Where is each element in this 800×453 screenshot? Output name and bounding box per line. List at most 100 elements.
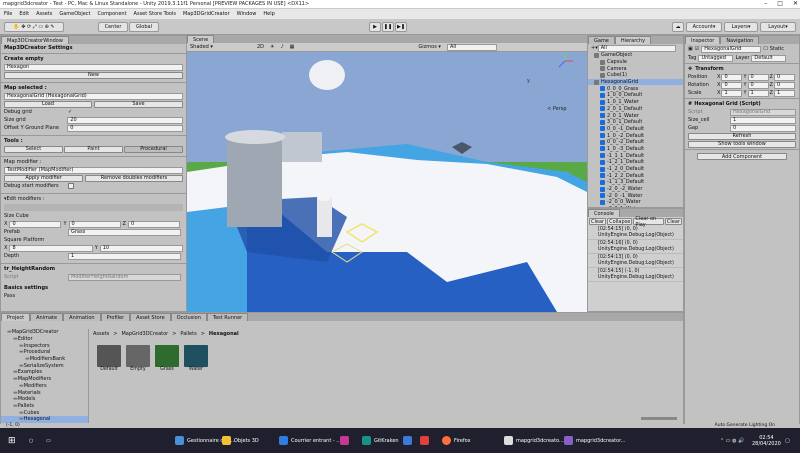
play-button[interactable]: ▶ — [369, 22, 381, 32]
hierarchy-item[interactable]: 1_0_0_Default — [588, 92, 683, 99]
asset-size-slider[interactable] — [641, 417, 677, 420]
object-name-field[interactable]: HexagonalGrid — [701, 45, 762, 53]
rotation-z[interactable]: 0 — [773, 81, 795, 89]
folder-tree-item[interactable]: ▬ Pallets — [1, 403, 88, 410]
gizmos-dropdown[interactable]: Gizmos ▾ — [418, 44, 441, 50]
lighting-icon[interactable]: ☀ — [270, 44, 274, 50]
hierarchy-item[interactable]: Camera — [588, 65, 683, 72]
taskbar-app[interactable] — [340, 428, 349, 453]
folder-tree-item[interactable]: ▬ Hexagonal — [1, 415, 88, 423]
size-grid-input[interactable]: 20 — [67, 116, 183, 124]
close-icon[interactable]: ✕ — [793, 0, 798, 7]
taskbar-vs[interactable]: mapgrid3dcreator... — [564, 428, 625, 453]
active-checkbox[interactable]: ☑ — [695, 46, 699, 52]
collab-icon[interactable]: ☁ — [672, 22, 684, 32]
folder-tree-item[interactable]: ▬ Models — [1, 396, 88, 403]
position-z[interactable]: 0 — [773, 73, 795, 81]
transform-header[interactable]: Transform — [695, 66, 724, 72]
scene-search[interactable]: All — [446, 43, 497, 51]
2d-toggle[interactable]: 2D — [257, 44, 264, 50]
minimize-icon[interactable]: – — [764, 0, 767, 7]
taskbar-3d-objects[interactable]: Objets 3D — [222, 428, 259, 453]
folder-tree-item[interactable]: ▬ Materials — [1, 389, 88, 396]
prefab-field[interactable]: Grass — [68, 228, 181, 236]
debug-modifiers-checkbox[interactable] — [68, 183, 74, 189]
pause-button[interactable]: ❚❚ — [382, 22, 394, 32]
tag-dropdown[interactable]: Untagged — [698, 54, 734, 62]
system-tray[interactable]: ⌃ ▭ ◍ 🔊 — [720, 428, 744, 453]
menu-gameobject[interactable]: GameObject — [59, 11, 90, 17]
console-log-entry[interactable]: [02:54:16] (0, 0) UnityEngine.Debug:Log(O… — [588, 240, 683, 254]
hierarchy-item[interactable]: Capsule — [588, 59, 683, 66]
square-y[interactable]: 10 — [99, 244, 183, 252]
menu-asset-store-tools[interactable]: Asset Store Tools — [134, 11, 176, 17]
procedural-tool-button[interactable]: Procedural — [124, 145, 183, 153]
size-cell-input[interactable]: 1 — [730, 116, 796, 124]
console-log-entry[interactable]: [02:54:15] (-1, 0) UnityEngine.Debug:Log(… — [588, 268, 683, 282]
depth-input[interactable]: 1 — [68, 252, 181, 260]
transform-tools[interactable]: ✋ ✥ ⟳ ⤢ ▭ ⊕ ✎ — [4, 22, 64, 32]
menu-help[interactable]: Help — [263, 11, 274, 17]
folder-tree-item[interactable]: ▬ MapModifiers — [1, 376, 88, 383]
show-tools-window-button[interactable]: Show tools window — [688, 140, 796, 148]
position-y[interactable]: 0 — [747, 73, 769, 81]
taskbar-app3[interactable] — [420, 428, 429, 453]
taskbar-unity-1[interactable]: mapgrid3dcreato... — [504, 428, 564, 453]
layout-dropdown[interactable]: Layout ▾ — [760, 22, 796, 32]
audio-icon[interactable]: ♪ — [280, 44, 283, 50]
add-component-button[interactable]: Add Component — [697, 153, 787, 160]
tab-profiler[interactable]: Profiler — [100, 313, 131, 321]
folder-tree-item[interactable]: ▬ Examples — [1, 369, 88, 376]
hierarchy-item[interactable]: -1_2_1_Default — [588, 159, 683, 166]
tab-game[interactable]: Game — [588, 36, 615, 44]
console-collapse-button[interactable]: Collapse — [607, 218, 633, 225]
debug-grid-checkbox[interactable]: ✓ — [68, 109, 72, 115]
account-dropdown[interactable]: Account ▾ — [686, 22, 722, 32]
save-button[interactable]: Save — [94, 100, 183, 108]
rotation-x[interactable]: 0 — [721, 81, 743, 89]
effects-icon[interactable]: ▦ — [290, 44, 295, 50]
remove-doubles-button[interactable]: Remove doubles modifiers — [85, 174, 183, 182]
taskbar-app2[interactable] — [403, 428, 412, 453]
asset-tile[interactable]: Grass — [155, 345, 179, 372]
task-view-icon[interactable]: ▭ — [46, 428, 51, 453]
asset-tile[interactable]: Water — [184, 345, 208, 372]
folder-tree-item[interactable]: ▬ ModifiersBank — [1, 356, 88, 363]
hierarchy-item[interactable]: -2_0_-1_Water — [588, 192, 683, 199]
tab-project[interactable]: Project — [1, 313, 31, 321]
folder-tree-item[interactable]: ▬ SerializeSystem — [1, 362, 88, 369]
menu-component[interactable]: Component — [98, 11, 127, 17]
notification-icon[interactable]: ▢ — [785, 428, 790, 453]
new-button[interactable]: New — [4, 71, 183, 79]
folder-tree-item[interactable]: ▬ Procedural — [1, 349, 88, 356]
step-button[interactable]: ▶❚ — [395, 22, 407, 32]
tab-navigation[interactable]: Navigation — [720, 36, 760, 44]
asset-tile[interactable]: Default — [97, 345, 121, 372]
folder-tree-item[interactable]: ▬ Inspectors — [1, 342, 88, 349]
hierarchy-item[interactable]: 1_0_1_Water — [588, 99, 683, 106]
start-icon[interactable]: ⊞ — [8, 428, 16, 453]
scale-z[interactable]: 1 — [773, 89, 795, 97]
hierarchy-item[interactable]: -1_1_1_Default — [588, 152, 683, 159]
hierarchy-item[interactable]: 3_0_1_Default — [588, 119, 683, 126]
hierarchy-item[interactable]: 0_0_-1_Default — [588, 126, 683, 133]
gap-input[interactable]: 0 — [730, 124, 796, 132]
console-log-entry[interactable]: [02:54:15] (0, 0) UnityEngine.Debug:Log(O… — [588, 226, 683, 240]
hierarchy-item[interactable]: 0_0_0_Grass — [588, 85, 683, 92]
layer-dropdown[interactable]: Default — [751, 54, 787, 62]
size-cube-z[interactable]: 0 — [127, 220, 180, 228]
console-clear-on-build-button[interactable]: Clear — [664, 218, 682, 225]
load-button[interactable]: Load — [4, 100, 92, 108]
tab-asset-store[interactable]: Asset Store — [130, 313, 171, 321]
menu-edit[interactable]: Edit — [19, 11, 29, 17]
tab-animation[interactable]: Animation — [63, 313, 101, 321]
hierarchy-item[interactable]: -2_0_0_Water — [588, 199, 683, 206]
layers-dropdown[interactable]: Layers ▾ — [724, 22, 758, 32]
size-cube-y[interactable]: 0 — [68, 220, 121, 228]
hierarchy-item[interactable]: -2_0_-2_Water — [588, 186, 683, 193]
menu-assets[interactable]: Assets — [36, 11, 52, 17]
offset-input[interactable]: 0 — [67, 124, 183, 132]
refresh-button[interactable]: Refresh — [688, 132, 796, 140]
menu-file[interactable]: File — [4, 11, 12, 17]
tab-console[interactable]: Console — [588, 209, 620, 217]
